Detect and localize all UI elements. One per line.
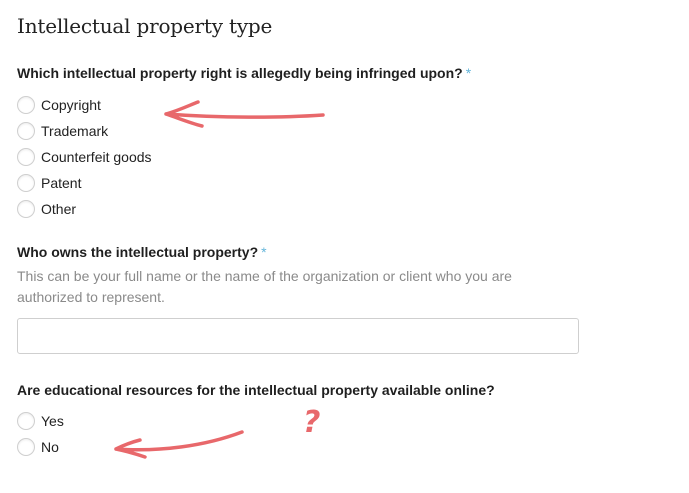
radio-option-yes[interactable]: Yes <box>17 408 64 434</box>
question-ip-right: Which intellectual property right is all… <box>17 65 471 81</box>
radio-option-no[interactable]: No <box>17 434 64 460</box>
question-ip-right-label: Which intellectual property right is all… <box>17 65 463 81</box>
radio-circle[interactable] <box>17 96 35 114</box>
radio-label: Trademark <box>41 123 109 139</box>
radio-label: Copyright <box>41 97 101 113</box>
question-ip-owner-label: Who owns the intellectual property? <box>17 244 259 260</box>
question-educational-resources-label: Are educational resources for the intell… <box>17 382 495 398</box>
question-ip-owner: Who owns the intellectual property? * <box>17 244 267 260</box>
required-marker: * <box>261 244 267 260</box>
radio-option-copyright[interactable]: Copyright <box>17 92 152 118</box>
educational-resources-options: Yes No <box>17 408 64 460</box>
radio-circle[interactable] <box>17 174 35 192</box>
question-educational-resources: Are educational resources for the intell… <box>17 382 495 398</box>
section-title: Intellectual property type <box>17 14 273 38</box>
radio-label: Other <box>41 201 77 217</box>
radio-circle[interactable] <box>17 412 35 430</box>
arrow-to-copyright-annotation <box>164 100 325 128</box>
arrow-to-no-annotation <box>114 430 244 459</box>
ip-owner-input[interactable] <box>17 318 579 354</box>
question-mark-annotation: ? <box>303 405 320 440</box>
radio-circle[interactable] <box>17 200 35 218</box>
radio-option-patent[interactable]: Patent <box>17 170 152 196</box>
radio-circle[interactable] <box>17 122 35 140</box>
required-marker: * <box>465 65 472 81</box>
radio-option-trademark[interactable]: Trademark <box>17 118 152 144</box>
ip-owner-helper-text: This can be your full name or the name o… <box>17 268 512 305</box>
radio-option-other[interactable]: Other <box>17 196 152 222</box>
radio-circle[interactable] <box>17 148 35 166</box>
radio-option-counterfeit-goods[interactable]: Counterfeit goods <box>17 144 152 170</box>
radio-label: Patent <box>41 175 82 191</box>
ip-right-options: Copyright Trademark Counterfeit goods Pa… <box>17 92 152 222</box>
radio-label: No <box>41 439 59 455</box>
radio-label: Yes <box>41 413 64 429</box>
radio-label: Counterfeit goods <box>41 149 152 165</box>
radio-circle[interactable] <box>17 438 35 456</box>
